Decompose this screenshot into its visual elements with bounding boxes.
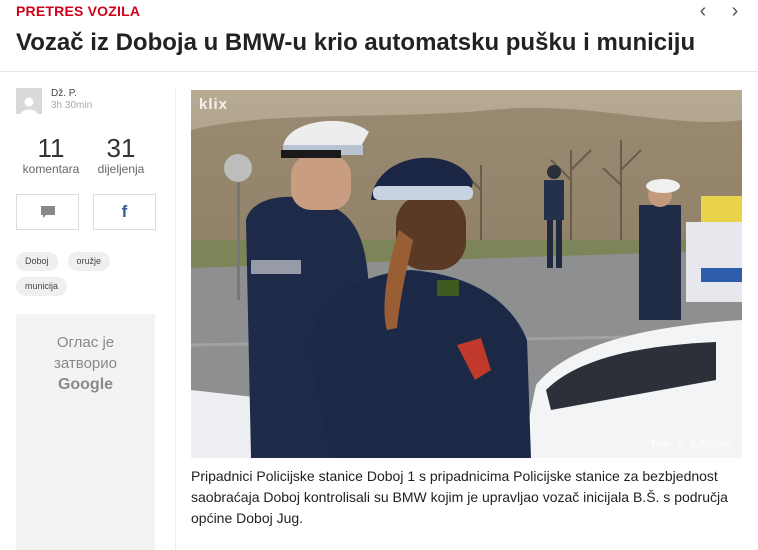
article-title: Vozač iz Doboja u BMW-u krio automatsku … [16, 29, 696, 56]
avatar[interactable] [16, 88, 42, 114]
comments-stat[interactable]: 11 komentara [16, 134, 86, 176]
tag-list: Doboj oružje municija [16, 252, 156, 296]
comments-count: 11 [37, 133, 65, 163]
facebook-icon: f [121, 202, 128, 221]
shares-count: 31 [106, 133, 136, 163]
ad-placeholder: Оглас је затворио Google [16, 314, 155, 550]
column-divider [175, 88, 176, 550]
article-stats: 11 komentara 31 dijeljenja [16, 134, 156, 176]
facebook-share-button[interactable]: f [93, 194, 156, 230]
photo-caption: Pripadnici Policijske stanice Doboj 1 s … [191, 468, 728, 526]
share-buttons: f [16, 194, 156, 230]
article-photo[interactable]: klix Foto: D. S./Klix.ba [191, 90, 742, 458]
ad-closed-line1: Оглас је [56, 334, 115, 351]
author-block: Dž. P. 3h 30min [16, 88, 92, 114]
category-label[interactable]: PRETRES VOZILA [16, 3, 140, 19]
shares-stat: 31 dijeljenja [86, 134, 156, 176]
comment-bubble-icon [40, 206, 55, 218]
comments-label: komentara [22, 162, 80, 176]
publish-time: 3h 30min [51, 100, 93, 111]
tag-oruzje[interactable]: oružje [67, 252, 111, 271]
author-meta: Dž. P. 3h 30min [51, 88, 92, 114]
comment-button[interactable] [16, 194, 79, 230]
tag-doboj[interactable]: Doboj [16, 252, 58, 271]
shares-label: dijeljenja [97, 162, 145, 176]
author-name[interactable]: Dž. P. [51, 88, 92, 100]
header-divider [0, 71, 758, 72]
user-icon [21, 97, 37, 114]
tag-municija[interactable]: municija [16, 277, 68, 296]
previous-article-arrow-icon[interactable]: ‹ [690, 0, 716, 22]
next-article-arrow-icon[interactable]: › [722, 0, 748, 22]
google-logo: Google [57, 376, 114, 393]
photo-credit: Foto: D. S./Klix.ba [651, 439, 732, 450]
police-photo-illustration [191, 90, 742, 458]
klix-watermark: klix [199, 96, 229, 113]
article-nav: ‹ › [690, 0, 748, 22]
ad-closed-line2: затворио [54, 355, 117, 372]
